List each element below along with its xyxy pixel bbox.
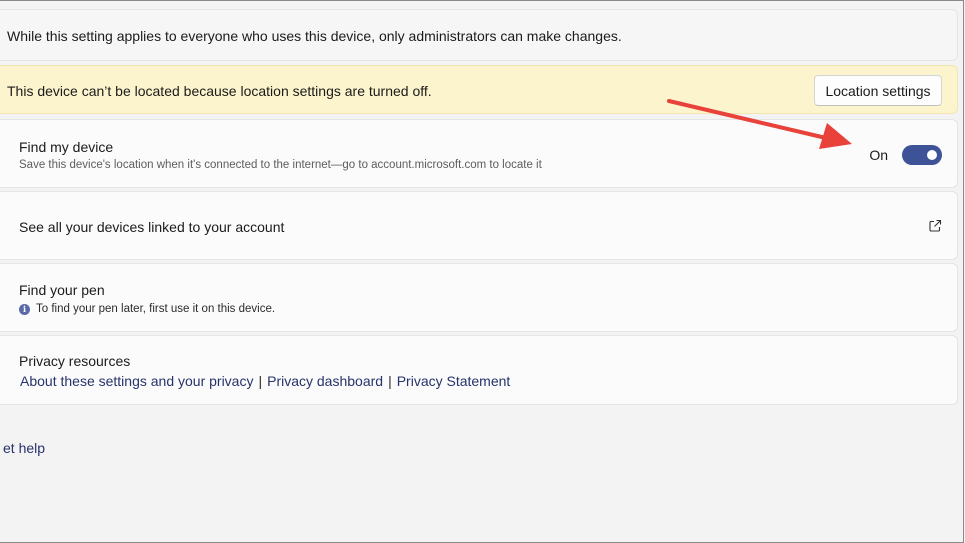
privacy-resources-row: Privacy resources About these settings a…	[0, 335, 958, 405]
settings-page: While this setting applies to everyone w…	[0, 0, 964, 543]
find-my-device-title: Find my device	[19, 139, 114, 155]
get-help-link[interactable]: et help	[3, 440, 45, 456]
admin-note-text: While this setting applies to everyone w…	[7, 28, 622, 44]
linked-devices-title: See all your devices linked to your acco…	[19, 219, 285, 235]
info-icon: i	[19, 303, 30, 315]
admin-note-card: While this setting applies to everyone w…	[0, 9, 958, 61]
find-my-device-row: Find my device Save this device's locati…	[0, 119, 958, 188]
location-off-banner: This device can’t be located because loc…	[0, 65, 958, 114]
toggle-state-label: On	[869, 147, 888, 163]
link-separator: |	[388, 373, 392, 389]
toggle-knob	[927, 150, 937, 160]
linked-devices-row[interactable]: See all your devices linked to your acco…	[0, 191, 958, 260]
find-my-device-toggle-group: On	[869, 145, 942, 165]
privacy-statement-link[interactable]: Privacy Statement	[397, 373, 511, 389]
find-my-device-description: Save this device's location when it's co…	[19, 159, 542, 171]
privacy-dashboard-link[interactable]: Privacy dashboard	[267, 373, 383, 389]
find-your-pen-info: i To find your pen later, first use it o…	[19, 303, 275, 315]
privacy-links: About these settings and your privacy | …	[20, 373, 510, 389]
find-your-pen-title: Find your pen	[19, 282, 105, 298]
find-your-pen-row: Find your pen i To find your pen later, …	[0, 263, 958, 332]
location-off-message: This device can’t be located because loc…	[7, 83, 432, 99]
link-separator: |	[258, 373, 263, 389]
privacy-resources-title: Privacy resources	[19, 353, 131, 369]
find-your-pen-info-text: To find your pen later, first use it on …	[36, 303, 276, 315]
location-settings-button[interactable]: Location settings	[814, 75, 942, 106]
privacy-about-link[interactable]: About these settings and your privacy	[20, 373, 253, 389]
external-link-icon[interactable]	[928, 219, 942, 233]
find-my-device-toggle[interactable]	[902, 145, 942, 165]
